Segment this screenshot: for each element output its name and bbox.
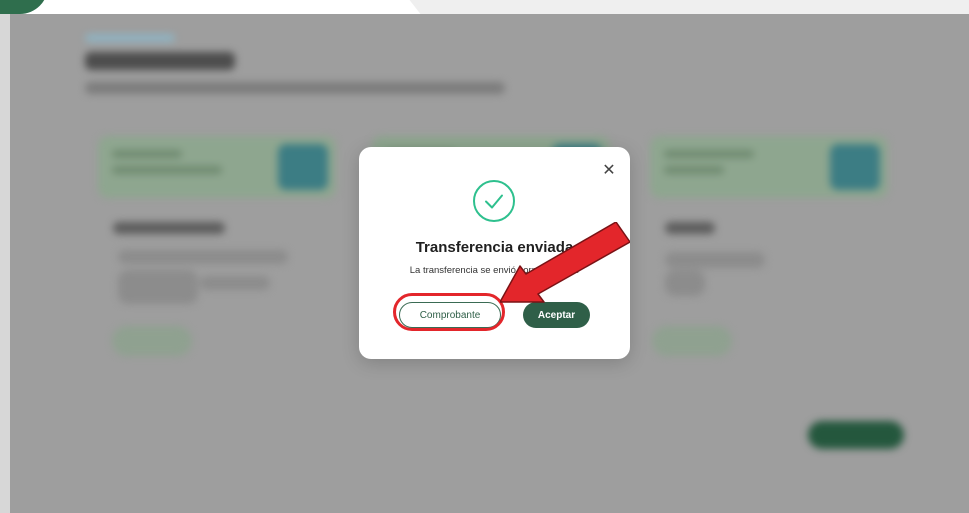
background-card <box>650 136 888 198</box>
close-icon[interactable]: ✕ <box>600 161 618 179</box>
background-title <box>85 52 235 70</box>
background-card-name <box>113 222 225 234</box>
browser-top-strip <box>0 0 969 14</box>
background-breadcrumb <box>85 34 175 42</box>
background-cta-button <box>808 421 904 449</box>
background-text-block <box>118 270 198 304</box>
background-button <box>112 326 192 356</box>
accept-button[interactable]: Aceptar <box>523 302 590 328</box>
background-text-block <box>200 276 270 290</box>
transfer-success-modal: ✕ Transferencia enviada La transferencia… <box>359 147 630 359</box>
background-card-name <box>665 222 715 234</box>
modal-message: La transferencia se envió correctamente <box>409 265 580 276</box>
active-tab[interactable] <box>0 0 400 14</box>
background-button <box>652 326 732 356</box>
background-text-block <box>118 250 288 264</box>
receipt-button[interactable]: Comprobante <box>399 302 501 328</box>
modal-title: Transferencia enviada <box>415 239 574 256</box>
background-card <box>98 136 336 198</box>
check-circle-icon <box>472 179 516 223</box>
background-text-block <box>665 252 765 268</box>
background-text-block <box>665 270 705 296</box>
background-subtitle <box>85 82 505 94</box>
left-edge-bar <box>0 14 10 513</box>
